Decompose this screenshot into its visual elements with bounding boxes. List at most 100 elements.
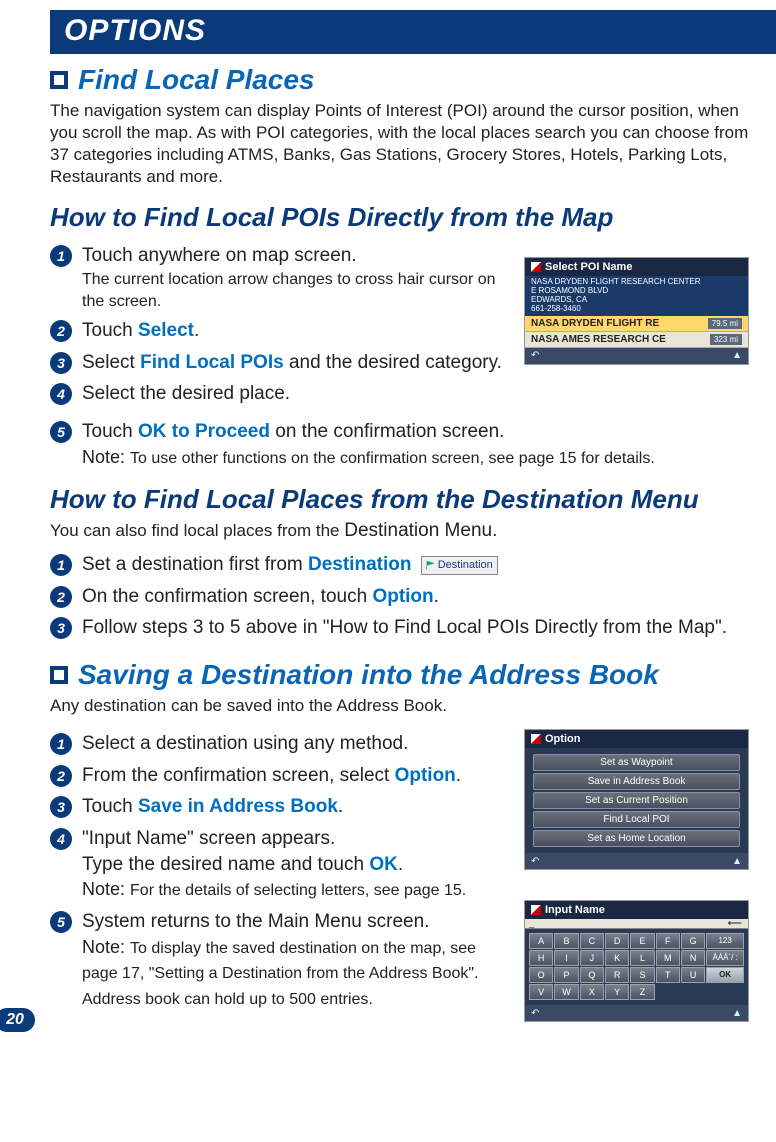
up-icon: ▲ [732,1008,742,1019]
back-icon: ↶ [531,350,539,361]
note-label: Note: [82,937,130,957]
step-text: Select the desired place. [82,381,510,407]
highlight-ok: OK [369,854,398,875]
key: Y [605,984,629,1000]
key: D [605,933,629,949]
note-label: Note: [82,879,130,899]
subheading-find-from-map: How to Find Local POIs Directly from the… [50,202,754,233]
note-text: For the details of selecting letters, se… [130,882,466,899]
step-text: Select a destination using any method. [82,731,508,757]
key: A [529,933,553,949]
key: T [656,967,680,983]
step-number-icon: 2 [50,320,72,342]
step-2: 2 On the confirmation screen, touch Opti… [50,584,754,610]
key: C [580,933,604,949]
step-number-icon: 1 [50,733,72,755]
step-1: 1 Select a destination using any method. [50,731,508,757]
key: P [554,967,578,983]
key: K [605,950,629,966]
step-subtext: The current location arrow changes to cr… [82,269,510,312]
step-number-icon: 4 [50,828,72,850]
flag-icon [426,561,435,570]
sub-intro: You can also find local places from the … [50,519,754,544]
step-number-icon: 4 [50,383,72,405]
step-number-icon: 3 [50,352,72,374]
section-title: Saving a Destination into the Address Bo… [78,659,659,691]
flag-icon [531,905,541,915]
note-text: To use other functions on the confirmati… [130,450,655,467]
step-5: 5 System returns to the Main Menu screen… [50,909,508,1012]
flag-icon [531,734,541,744]
step-1: 1 Touch anywhere on map screen. The curr… [50,243,510,312]
step-3: 3 Select Find Local POIs and the desired… [50,350,510,376]
key: W [554,984,578,1000]
key-ok: OK [706,967,744,983]
section-bullet-icon [50,666,68,684]
step-text: Touch [82,421,138,442]
key: J [580,950,604,966]
section-intro: Any destination can be saved into the Ad… [50,695,754,717]
screenshot-select-poi: Select POI Name NASA DRYDEN FLIGHT RESEA… [524,257,749,364]
option-item: Set as Home Location [533,830,740,847]
option-item: Set as Current Position [533,792,740,809]
highlight-select: Select [138,320,194,341]
back-icon: ↶ [531,1008,539,1019]
option-item: Set as Waypoint [533,754,740,771]
step-text: Touch anywhere on map screen. [82,245,357,266]
highlight-destination: Destination [308,554,411,575]
note-label: Note: [82,447,130,467]
key: N [681,950,705,966]
key: Z [630,984,654,1000]
key: U [681,967,705,983]
option-item: Save in Address Book [533,773,740,790]
key: E [630,933,654,949]
up-icon: ▲ [732,350,742,361]
destination-button-icon: Destination [421,556,498,575]
section-title: Find Local Places [78,64,315,96]
step-text: Touch [82,796,138,817]
highlight-ok-proceed: OK to Proceed [138,421,270,442]
step-5: 5 Touch OK to Proceed on the confirmatio… [50,419,754,470]
step-number-icon: 1 [50,554,72,576]
step-4: 4 Select the desired place. [50,381,510,407]
key-123: 123 [706,933,744,949]
step-text: Select [82,352,140,373]
step-number-icon: 3 [50,617,72,639]
step-3: 3 Follow steps 3 to 5 above in "How to F… [50,615,754,641]
key: H [529,950,553,966]
key: O [529,967,553,983]
step-2: 2 From the confirmation screen, select O… [50,763,508,789]
key: I [554,950,578,966]
up-icon: ▲ [732,856,742,867]
step-2: 2 Touch Select. [50,318,510,344]
step-number-icon: 1 [50,245,72,267]
poi-row: NASA AMES RESEARCH CE323 mi [525,332,748,348]
step-number-icon: 3 [50,796,72,818]
section-find-local-places: Find Local Places [50,64,754,96]
back-icon: ↶ [531,856,539,867]
highlight-option: Option [395,765,456,786]
step-number-icon: 5 [50,421,72,443]
screenshot-input-name: Input Name _ ⟵ A B C D E F G 123 [524,900,749,1022]
note-text: To display the saved destination on the … [82,940,478,1008]
flag-icon [531,262,541,272]
key: G [681,933,705,949]
step-text: From the confirmation screen, select [82,765,395,786]
section-saving-destination: Saving a Destination into the Address Bo… [50,659,754,691]
page-header: OPTIONS [50,10,776,54]
page-number: 20 [0,1008,35,1032]
key: Q [580,967,604,983]
section-bullet-icon [50,71,68,89]
step-text: Follow steps 3 to 5 above in "How to Fin… [82,615,754,641]
key: B [554,933,578,949]
step-text: "Input Name" screen appears. [82,828,335,849]
key: F [656,933,680,949]
key-accents: ÀÁÂ´/ : [706,950,744,966]
step-4: 4 "Input Name" screen appears. Type the … [50,826,508,903]
poi-row: NASA DRYDEN FLIGHT RE79.5 mi [525,316,748,332]
subheading-find-from-destination: How to Find Local Places from the Destin… [50,484,754,515]
highlight-option: Option [372,586,433,607]
option-item: Find Local POI [533,811,740,828]
highlight-save-in-address-book: Save in Address Book [138,796,338,817]
step-number-icon: 2 [50,765,72,787]
